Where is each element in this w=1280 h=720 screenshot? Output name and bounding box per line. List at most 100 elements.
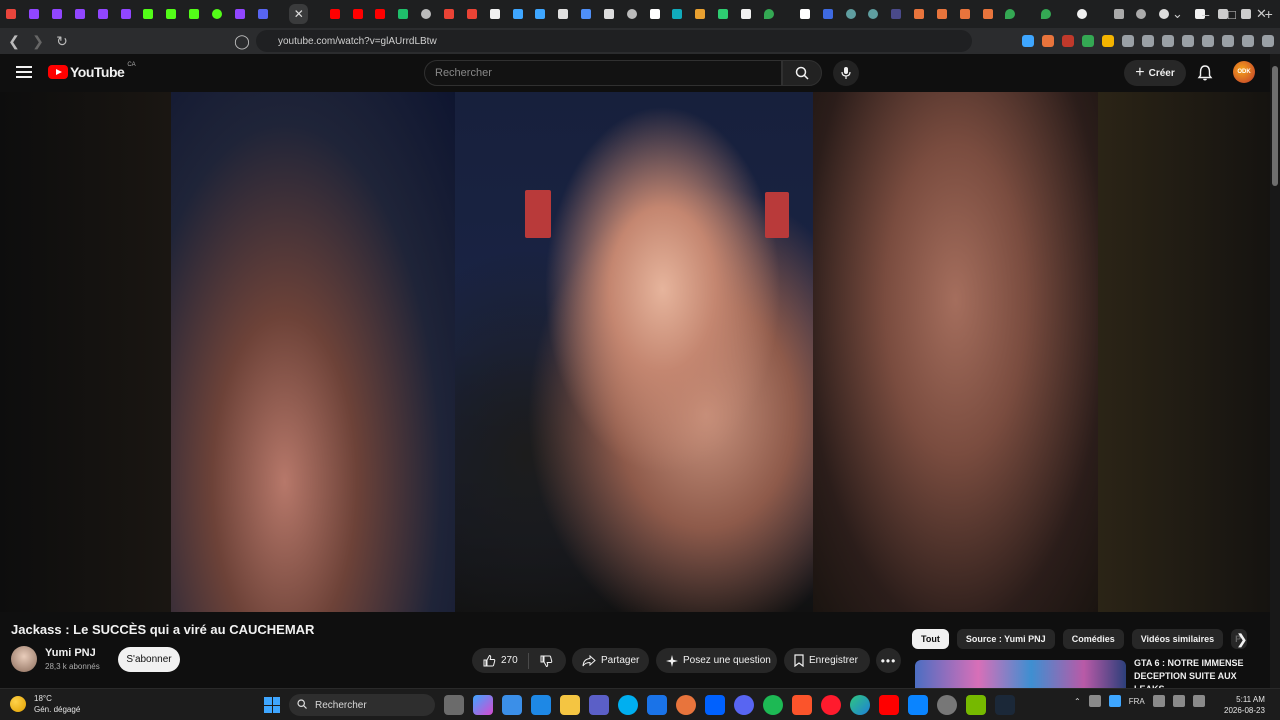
close-window-icon[interactable]: ✕ (1256, 0, 1267, 28)
extension-icon[interactable] (1042, 35, 1054, 47)
spotify-icon[interactable] (763, 695, 783, 715)
volume-icon[interactable] (1172, 695, 1185, 707)
tab-favicon[interactable] (208, 4, 227, 24)
copilot-icon[interactable] (473, 695, 493, 715)
tab-favicon[interactable] (508, 4, 527, 24)
tab-favicon[interactable] (978, 4, 997, 24)
clock[interactable]: 5:11 AM 2026-08-23 (1224, 694, 1265, 716)
tab-favicon[interactable] (645, 4, 664, 24)
tab-favicon[interactable] (714, 4, 733, 24)
scrollbar-thumb[interactable] (1272, 66, 1278, 186)
tab-favicon[interactable] (185, 4, 204, 24)
tab-favicon[interactable] (864, 4, 883, 24)
minimize-icon[interactable]: – (1202, 0, 1209, 28)
channel-avatar[interactable] (11, 646, 37, 672)
like-button[interactable] (482, 654, 496, 668)
tab-favicon[interactable] (394, 4, 413, 24)
chevron-up-icon[interactable]: ⌃ (1074, 697, 1081, 706)
steam-icon[interactable] (995, 695, 1015, 715)
tab-favicon[interactable] (371, 4, 390, 24)
like-count[interactable]: 270 (501, 655, 518, 666)
tab-favicon[interactable] (887, 4, 906, 24)
tab-favicon[interactable] (93, 4, 112, 24)
menu-icon[interactable] (1262, 35, 1274, 47)
chip-comedies[interactable]: Comédies (1062, 629, 1124, 649)
tab-favicon[interactable] (668, 4, 687, 24)
tab-favicon[interactable] (440, 4, 459, 24)
account-avatar[interactable]: ODK (1233, 61, 1255, 83)
tab-favicon[interactable] (531, 4, 550, 24)
voice-search-button[interactable] (833, 60, 859, 86)
omnibox[interactable]: youtube.com/watch?v=glAUrrdLBtw (256, 30, 972, 52)
youtube-app-icon[interactable] (879, 695, 899, 715)
language-indicator[interactable]: FRA (1129, 697, 1145, 706)
extension-icon[interactable] (1022, 35, 1034, 47)
save-button[interactable]: Enregistrer (784, 648, 870, 673)
back-icon[interactable]: ❮ (4, 33, 24, 50)
tab-favicon[interactable] (485, 4, 504, 24)
tab-favicon[interactable] (841, 4, 860, 24)
tab-favicon[interactable] (48, 4, 67, 24)
tab-favicon[interactable] (71, 4, 90, 24)
battery-icon[interactable] (1192, 695, 1205, 707)
tab-favicon[interactable] (417, 4, 436, 24)
reload-icon[interactable]: ↻ (52, 33, 72, 50)
search-button[interactable] (782, 60, 822, 86)
tab-favicon[interactable] (910, 4, 929, 24)
recommended-video-title[interactable]: GTA 6 : NOTRE IMMENSE DECEPTION SUITE AU… (1134, 657, 1254, 688)
tab-favicon[interactable] (1037, 4, 1056, 24)
forward-icon[interactable]: ❯ (28, 33, 48, 50)
teams-icon[interactable] (589, 695, 609, 715)
tab-favicon[interactable] (348, 4, 367, 24)
settings-icon[interactable] (937, 695, 957, 715)
tab-favicon[interactable] (116, 4, 135, 24)
notifications-icon[interactable] (1196, 64, 1214, 82)
ai-icon[interactable] (1222, 35, 1234, 47)
extensions-icon[interactable] (1122, 35, 1134, 47)
tab-favicon[interactable] (691, 4, 710, 24)
nvidia-icon[interactable] (966, 695, 986, 715)
tab-favicon[interactable] (1237, 4, 1256, 24)
task-view-icon[interactable] (444, 695, 464, 715)
chevron-right-icon[interactable]: ❯ (1236, 631, 1248, 648)
tab-favicon[interactable] (253, 4, 272, 24)
page-scrollbar[interactable] (1270, 54, 1280, 688)
shield-icon[interactable] (1242, 35, 1254, 47)
chip-source[interactable]: Source : Yumi PNJ (956, 629, 1055, 649)
tab-favicon[interactable] (2, 4, 21, 24)
tab-favicon[interactable] (162, 4, 181, 24)
store-icon[interactable] (502, 695, 522, 715)
tab-favicon[interactable] (25, 4, 44, 24)
extension-icon[interactable] (1102, 35, 1114, 47)
edge-icon[interactable] (850, 695, 870, 715)
dislike-button[interactable] (539, 654, 553, 668)
channel-name[interactable]: Yumi PNJ (45, 647, 96, 659)
dropbox-icon[interactable] (705, 695, 725, 715)
media-icon[interactable] (1162, 35, 1174, 47)
tab-favicon[interactable] (1132, 4, 1151, 24)
close-icon[interactable]: ✕ (294, 7, 304, 21)
app-orange-icon[interactable] (676, 695, 696, 715)
tab-favicon[interactable] (795, 4, 814, 24)
tab-favicon[interactable] (230, 4, 249, 24)
share-button[interactable]: Partager (572, 648, 649, 673)
recommended-video-thumbnail[interactable] (915, 660, 1126, 688)
weather-widget[interactable]: 18°C Gén. dégagé (10, 693, 80, 715)
tab-favicon[interactable] (818, 4, 837, 24)
opera-icon[interactable] (821, 695, 841, 715)
url-text[interactable]: youtube.com/watch?v=glAUrrdLBtw (278, 36, 437, 47)
bookmark-icon[interactable]: ◯ (232, 33, 252, 50)
create-button[interactable]: + Créer (1124, 60, 1186, 86)
youtube-logo[interactable]: YouTube CA (48, 62, 136, 80)
extension-icon[interactable] (1062, 35, 1074, 47)
chip-similar[interactable]: Vidéos similaires (1131, 629, 1224, 649)
tray-app-icon[interactable] (1088, 695, 1101, 707)
start-button[interactable] (264, 697, 280, 713)
tab-favicon[interactable] (599, 4, 618, 24)
brave-icon[interactable] (792, 695, 812, 715)
network-icon[interactable] (1152, 695, 1165, 707)
sidebar-icon[interactable] (1182, 35, 1194, 47)
tab-favicon[interactable] (759, 4, 778, 24)
tab-favicon[interactable] (932, 4, 951, 24)
skype-icon[interactable] (618, 695, 638, 715)
